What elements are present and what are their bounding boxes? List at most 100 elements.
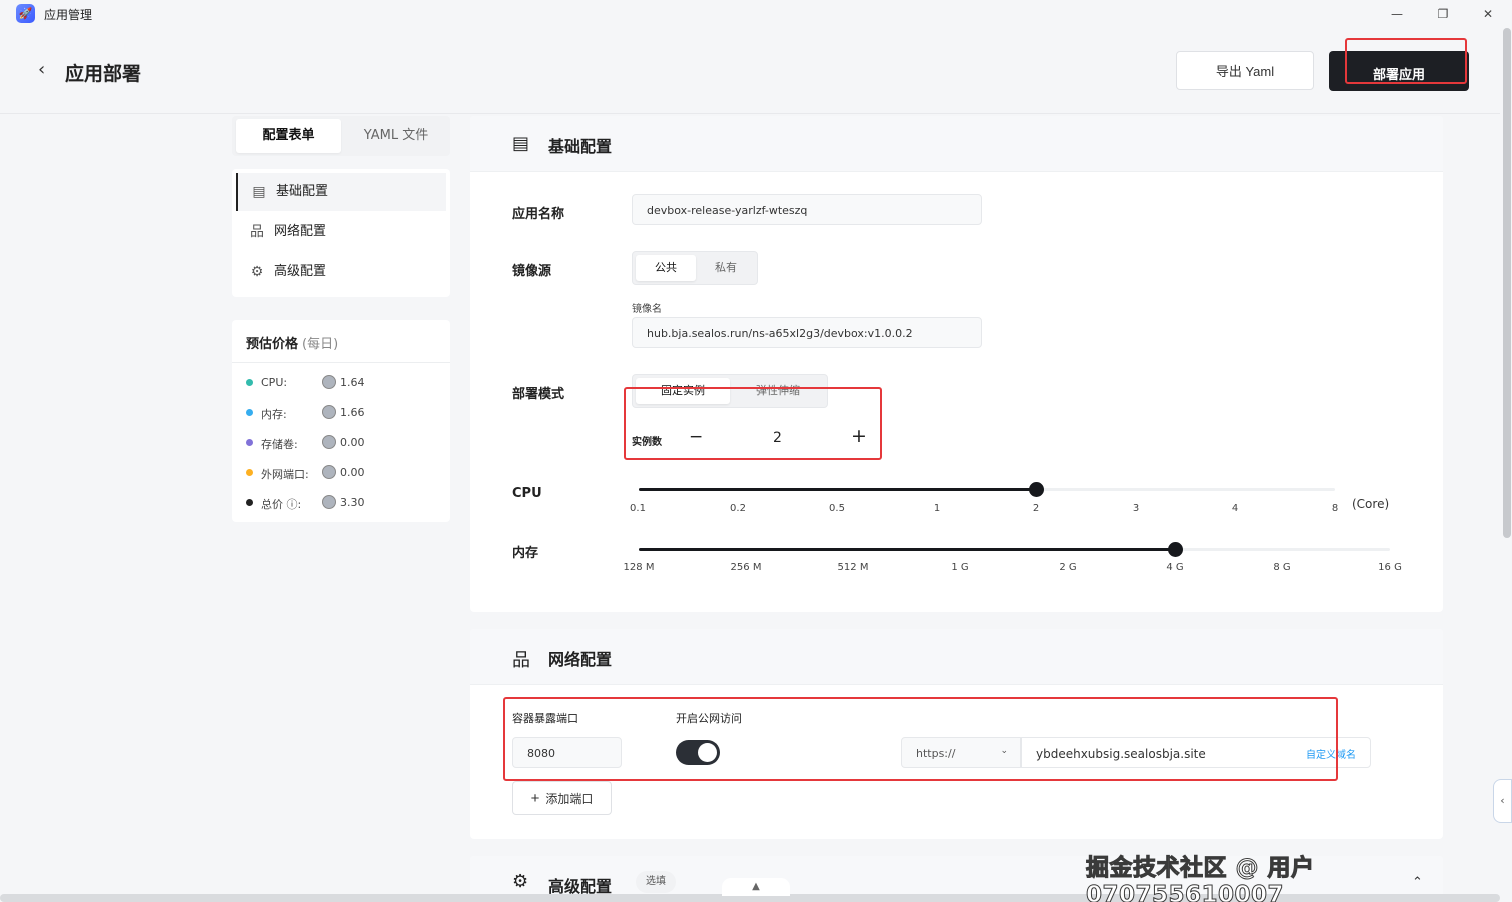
memory-tick: 128 M — [623, 562, 655, 573]
price-value: 1.64 — [340, 376, 365, 389]
nav-item-advanced[interactable]: ⚙ 高级配置 — [236, 253, 446, 291]
memory-tick: 4 G — [1166, 562, 1184, 573]
plus-icon[interactable]: + — [851, 425, 867, 447]
vertical-scrollbar[interactable] — [1503, 28, 1511, 538]
price-row-total: 总价 ⓘ: 3.30 — [246, 493, 436, 513]
deploy-mode-switch: 固定实例 弹性伸缩 — [632, 374, 828, 408]
deploy-mode-label: 部署模式 — [512, 387, 565, 402]
port-dot — [246, 469, 253, 476]
port-label: 容器暴露端口 — [512, 712, 578, 725]
back-arrow-icon[interactable]: ‹ — [38, 59, 45, 80]
custom-domain-link[interactable]: 自定义域名 — [1306, 746, 1356, 761]
price-title: 预估价格 — [246, 337, 299, 352]
app-name-input[interactable]: devbox-release-yarlzf-wteszq — [632, 194, 982, 225]
cpu-tick: 2 — [1032, 503, 1040, 514]
cpu-dot — [246, 379, 253, 386]
cpu-tick: 0.5 — [829, 503, 845, 514]
price-value: 3.30 — [340, 496, 365, 509]
memory-tick: 2 G — [1059, 562, 1077, 573]
public-access-toggle[interactable] — [676, 740, 720, 765]
memory-tick: 512 M — [837, 562, 869, 573]
cpu-tick: 8 — [1331, 503, 1339, 514]
public-access-label: 开启公网访问 — [676, 712, 742, 725]
page-title: 应用部署 — [65, 63, 142, 85]
nav-item-label: 网络配置 — [274, 224, 327, 239]
coin-icon — [322, 465, 336, 479]
instances-label: 实例数 — [632, 437, 662, 448]
network-config-card: 品 网络配置 容器暴露端口 8080 开启公网访问 https:// ⌄ ybd… — [470, 629, 1443, 839]
price-estimate-panel: 预估价格 (每日) CPU: 1.64 内存: 1.66 存储卷: 0.00 外网… — [232, 320, 450, 522]
coin-icon — [322, 405, 336, 419]
cpu-tick: 1 — [933, 503, 941, 514]
network-icon: 品 — [512, 650, 530, 671]
close-icon[interactable]: ✕ — [1479, 5, 1497, 23]
nav-item-basic[interactable]: ▤ 基础配置 — [236, 173, 446, 211]
image-source-label: 镜像源 — [512, 264, 552, 279]
memory-slider-handle[interactable] — [1168, 542, 1183, 557]
memory-tick: 256 M — [730, 562, 762, 573]
nav-item-network[interactable]: 品 网络配置 — [236, 213, 446, 251]
price-label: CPU: — [261, 376, 288, 389]
minimize-icon[interactable]: — — [1388, 5, 1406, 23]
export-yaml-button[interactable]: 导出 Yaml — [1176, 51, 1314, 90]
window-title: 应用管理 — [44, 8, 93, 22]
instances-value[interactable]: 2 — [773, 430, 782, 446]
toggle-knob — [698, 743, 717, 762]
price-label: 存储卷: — [261, 438, 298, 451]
watermark: 掘金技术社区 @ 用户070755610007 — [1086, 855, 1315, 902]
image-name-input[interactable]: hub.bja.sealos.run/ns-a65xl2g3/devbox:v1… — [632, 317, 982, 348]
tab-yaml-file[interactable]: YAML 文件 — [344, 119, 448, 153]
basic-config-card: ▤ 基础配置 应用名称 devbox-release-yarlzf-wteszq… — [470, 116, 1443, 612]
image-private-option[interactable]: 私有 — [696, 255, 756, 281]
price-label: 外网端口: — [261, 468, 309, 481]
image-public-option[interactable]: 公共 — [636, 255, 696, 281]
app-name-label: 应用名称 — [512, 207, 565, 222]
price-subtitle: (每日) — [302, 337, 339, 352]
deploy-app-button[interactable]: 部署应用 — [1329, 51, 1469, 91]
port-input[interactable]: 8080 — [512, 737, 622, 768]
memory-dot — [246, 409, 253, 416]
total-dot — [246, 499, 253, 506]
image-name-label: 镜像名 — [632, 304, 662, 315]
memory-slider-fill — [639, 548, 1175, 551]
memory-tick: 8 G — [1273, 562, 1291, 573]
side-collapse-tab[interactable]: ‹ — [1493, 779, 1512, 823]
gear-icon: ⚙ — [250, 264, 264, 280]
restore-icon[interactable]: ❐ — [1434, 5, 1452, 23]
document-icon: ▤ — [512, 133, 530, 154]
cpu-tick: 3 — [1132, 503, 1140, 514]
rocket-icon: 🚀 — [16, 4, 35, 23]
price-header: 预估价格 (每日) — [232, 320, 450, 363]
price-value: 1.66 — [340, 406, 365, 419]
basic-config-title: 基础配置 — [548, 137, 613, 156]
cpu-unit: (Core) — [1352, 497, 1390, 511]
tab-config-form[interactable]: 配置表单 — [236, 119, 341, 153]
image-source-switch: 公共 私有 — [632, 251, 758, 285]
price-row-memory: 内存: 1.66 — [246, 403, 436, 423]
protocol-select[interactable]: https:// ⌄ — [901, 737, 1021, 768]
optional-badge: 选填 — [636, 871, 676, 893]
page-header: ‹ 应用部署 导出 Yaml 部署应用 — [0, 28, 1500, 114]
gear-icon: ⚙ — [512, 871, 529, 892]
cpu-slider-handle[interactable] — [1029, 482, 1044, 497]
cpu-slider-fill — [639, 488, 1036, 491]
add-port-button[interactable]: + 添加端口 — [512, 781, 612, 815]
coin-icon — [322, 435, 336, 449]
cpu-label: CPU — [512, 486, 542, 501]
window-titlebar: 🚀 应用管理 — ❐ ✕ — [0, 0, 1512, 28]
coin-icon — [322, 495, 336, 509]
nav-item-label: 高级配置 — [274, 264, 327, 279]
price-value: 0.00 — [340, 436, 365, 449]
nav-item-label: 基础配置 — [276, 184, 329, 199]
domain-input[interactable]: ybdeehxubsig.sealosbja.site 自定义域名 — [1021, 737, 1371, 768]
cpu-tick: 0.1 — [630, 503, 646, 514]
add-port-label: 添加端口 — [545, 791, 594, 806]
section-nav: ▤ 基础配置 品 网络配置 ⚙ 高级配置 — [232, 169, 450, 297]
chevron-up-icon[interactable]: ▲ — [722, 878, 790, 896]
mode-fixed-option[interactable]: 固定实例 — [636, 378, 730, 404]
price-row-storage: 存储卷: 0.00 — [246, 433, 436, 453]
mode-elastic-option[interactable]: 弹性伸缩 — [730, 378, 826, 404]
cpu-tick: 0.2 — [730, 503, 746, 514]
minus-icon[interactable]: − — [689, 427, 703, 447]
storage-dot — [246, 439, 253, 446]
